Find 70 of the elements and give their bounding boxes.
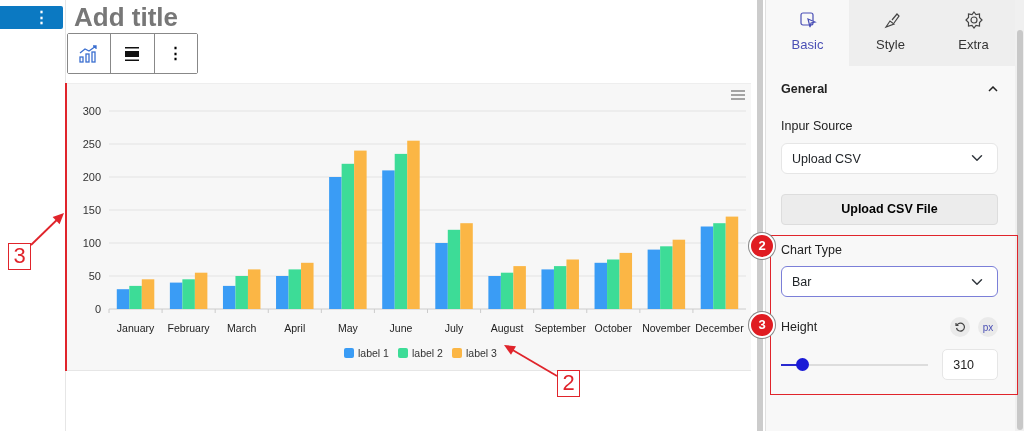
axis-label: 250 <box>82 138 101 150</box>
settings-icon <box>964 11 983 30</box>
slider-thumb[interactable] <box>795 358 809 372</box>
select-field[interactable]: Bar <box>781 266 998 298</box>
axis-label: August <box>490 322 524 334</box>
axis-label: January <box>116 322 155 334</box>
bar <box>276 276 289 309</box>
axis-label: June <box>389 322 413 334</box>
axis-label: 0 <box>94 303 101 315</box>
bar <box>116 289 130 309</box>
legend-label: label 2 <box>412 347 444 359</box>
callout-label: 3 <box>8 243 31 270</box>
axis-label: 50 <box>88 270 101 282</box>
axis-label: 150 <box>82 204 101 216</box>
select-field[interactable]: Upload CSV <box>781 142 998 174</box>
reset-button[interactable] <box>950 317 970 338</box>
legend-label: label 3 <box>466 347 498 359</box>
arrow <box>30 213 64 246</box>
step-badge: 3 <box>749 312 775 338</box>
legend-item[interactable]: label 3 <box>452 347 497 359</box>
axis-label: October <box>594 322 632 334</box>
legend-item[interactable]: label 2 <box>398 347 443 359</box>
arrow <box>504 345 558 377</box>
upload-button[interactable]: Upload CSV File <box>781 193 998 225</box>
axis-label: May <box>337 322 358 334</box>
axis-label: April <box>284 322 306 334</box>
bar <box>222 285 236 309</box>
bar <box>182 279 195 309</box>
cursor-icon <box>798 11 817 30</box>
bar <box>129 285 142 309</box>
bar <box>488 276 501 309</box>
number-field[interactable]: 310 <box>942 349 998 381</box>
step-badge: 2 <box>749 233 775 259</box>
axis-label: July <box>444 322 464 334</box>
bar <box>541 269 554 309</box>
unit-button[interactable]: px <box>978 317 998 338</box>
axis-label: December <box>695 322 744 334</box>
bar <box>647 249 661 309</box>
bar <box>607 259 620 309</box>
bar <box>660 246 673 309</box>
align-icon <box>125 46 140 61</box>
block-menu-button[interactable]: ⋮ <box>0 6 63 29</box>
bar <box>435 243 448 309</box>
bar <box>513 266 526 309</box>
bar <box>301 262 314 309</box>
bar <box>169 282 183 309</box>
axis-label: 300 <box>82 105 101 117</box>
callout-label: 2 <box>557 370 580 397</box>
bar <box>566 259 579 309</box>
scrollbar[interactable] <box>1016 30 1023 430</box>
field-label: Chart Type <box>781 241 843 259</box>
tab[interactable]: Extra <box>932 0 1015 66</box>
axis-label: 100 <box>82 237 101 249</box>
axis-label: 200 <box>82 171 101 183</box>
bar <box>594 262 608 309</box>
field-label: Height <box>781 318 818 336</box>
legend-item[interactable]: label 1 <box>344 347 389 359</box>
more-options-button[interactable]: ⋮ <box>153 34 197 73</box>
axis-label: February <box>167 322 210 334</box>
axis-label: September <box>534 322 586 334</box>
field-label: Inpur Source <box>781 117 854 135</box>
axis-label: March <box>227 322 257 334</box>
chart-icon <box>79 44 100 63</box>
section-title: General <box>781 81 828 98</box>
legend-label: label 1 <box>358 347 390 359</box>
axis-label: November <box>642 322 691 334</box>
chevron-up-icon[interactable] <box>988 86 998 93</box>
tab[interactable]: Style <box>849 0 932 66</box>
bar <box>235 276 248 309</box>
reset-icon <box>955 322 965 333</box>
